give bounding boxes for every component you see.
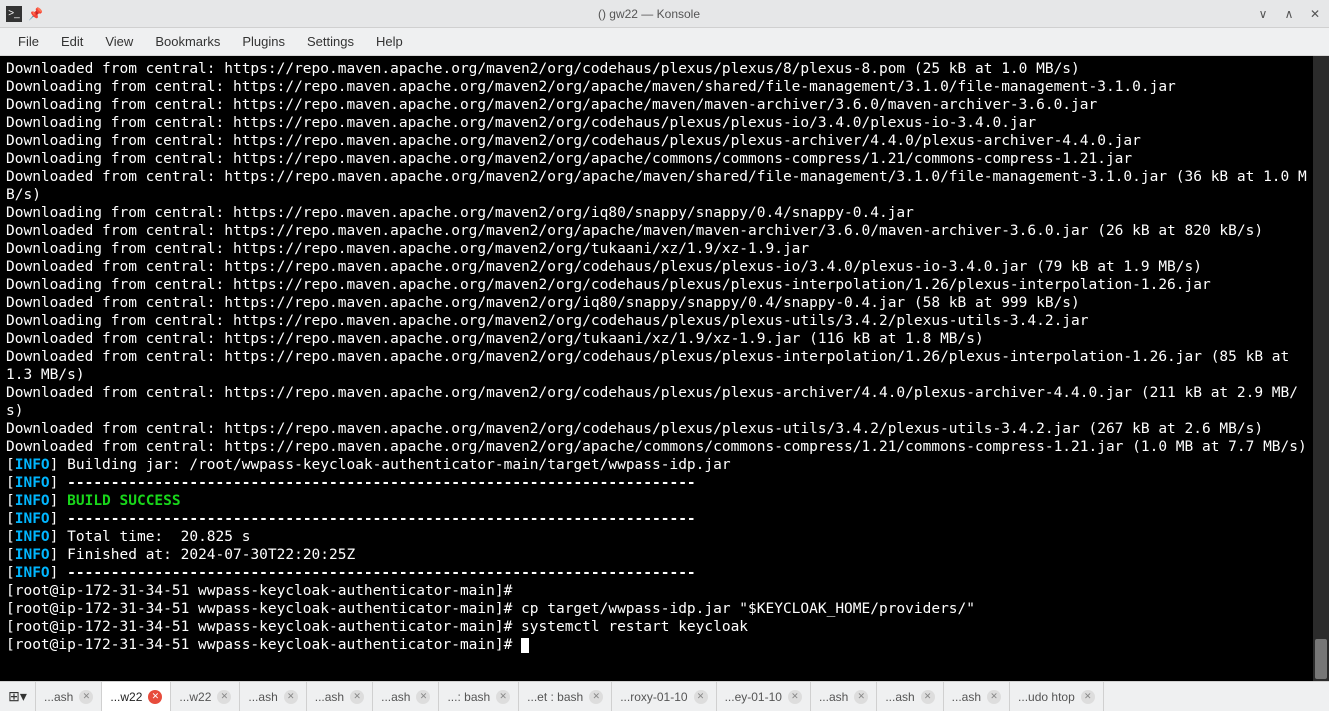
close-icon[interactable]: ✕	[1081, 690, 1095, 704]
close-button[interactable]: ✕	[1307, 6, 1323, 22]
tabbar: ⊞▾ ...ash ✕ ...w22 ✕ ...w22 ✕ ...ash ✕ ...ash ✕..…	[0, 681, 1329, 711]
tab-label: ...udo htop	[1018, 690, 1075, 704]
tab-label: ...: bash	[447, 690, 490, 704]
close-icon[interactable]: ✕	[284, 690, 298, 704]
menu-settings[interactable]: Settings	[297, 30, 364, 53]
tab-2[interactable]: ...w22 ✕	[171, 682, 240, 711]
tab-label: ...w22	[179, 690, 211, 704]
scrollbar-thumb[interactable]	[1315, 639, 1327, 679]
close-icon[interactable]: ✕	[217, 690, 231, 704]
tab-0[interactable]: ...ash ✕	[36, 682, 102, 711]
tab-label: ...ash	[952, 690, 981, 704]
terminal[interactable]: Downloaded from central: https://repo.ma…	[0, 56, 1313, 681]
tab-6[interactable]: ...: bash ✕	[439, 682, 519, 711]
maximize-button[interactable]: ∧	[1281, 6, 1297, 22]
tab-label: ...ash	[819, 690, 848, 704]
window-title: () gw22 — Konsole	[43, 7, 1255, 21]
tab-1[interactable]: ...w22 ✕	[102, 682, 171, 711]
menubar: File Edit View Bookmarks Plugins Setting…	[0, 28, 1329, 56]
close-icon[interactable]: ✕	[496, 690, 510, 704]
tab-label: ...roxy-01-10	[620, 690, 687, 704]
tab-13[interactable]: ...udo htop ✕	[1010, 682, 1104, 711]
tab-label: ...ash	[381, 690, 410, 704]
app-icon: >_	[6, 6, 22, 22]
tab-10[interactable]: ...ash ✕	[811, 682, 877, 711]
menu-view[interactable]: View	[95, 30, 143, 53]
menu-file[interactable]: File	[8, 30, 49, 53]
tab-12[interactable]: ...ash ✕	[944, 682, 1010, 711]
pin-icon[interactable]: 📌	[28, 7, 43, 21]
tab-label: ...w22	[110, 690, 142, 704]
tab-label: ...et : bash	[527, 690, 583, 704]
menu-bookmarks[interactable]: Bookmarks	[145, 30, 230, 53]
close-icon[interactable]: ✕	[921, 690, 935, 704]
tab-label: ...ash	[44, 690, 73, 704]
close-icon[interactable]: ✕	[589, 690, 603, 704]
close-icon[interactable]: ✕	[350, 690, 364, 704]
minimize-button[interactable]: ∨	[1255, 6, 1271, 22]
tab-4[interactable]: ...ash ✕	[307, 682, 373, 711]
tab-label: ...ash	[248, 690, 277, 704]
close-icon[interactable]: ✕	[854, 690, 868, 704]
tab-7[interactable]: ...et : bash ✕	[519, 682, 612, 711]
terminal-area: Downloaded from central: https://repo.ma…	[0, 56, 1329, 681]
tab-9[interactable]: ...ey-01-10 ✕	[717, 682, 811, 711]
close-icon[interactable]: ✕	[79, 690, 93, 704]
close-icon[interactable]: ✕	[416, 690, 430, 704]
menu-edit[interactable]: Edit	[51, 30, 93, 53]
close-icon[interactable]: ✕	[987, 690, 1001, 704]
close-icon[interactable]: ✕	[694, 690, 708, 704]
menu-help[interactable]: Help	[366, 30, 413, 53]
menu-plugins[interactable]: Plugins	[232, 30, 295, 53]
close-icon[interactable]: ✕	[788, 690, 802, 704]
tab-11[interactable]: ...ash ✕	[877, 682, 943, 711]
tab-label: ...ey-01-10	[725, 690, 782, 704]
tab-label: ...ash	[315, 690, 344, 704]
tab-3[interactable]: ...ash ✕	[240, 682, 306, 711]
scrollbar[interactable]	[1313, 56, 1329, 681]
tab-label: ...ash	[885, 690, 914, 704]
titlebar: >_ 📌 () gw22 — Konsole ∨ ∧ ✕	[0, 0, 1329, 28]
tab-5[interactable]: ...ash ✕	[373, 682, 439, 711]
close-icon[interactable]: ✕	[148, 690, 162, 704]
tab-8[interactable]: ...roxy-01-10 ✕	[612, 682, 716, 711]
new-tab-button[interactable]: ⊞▾	[0, 682, 36, 711]
